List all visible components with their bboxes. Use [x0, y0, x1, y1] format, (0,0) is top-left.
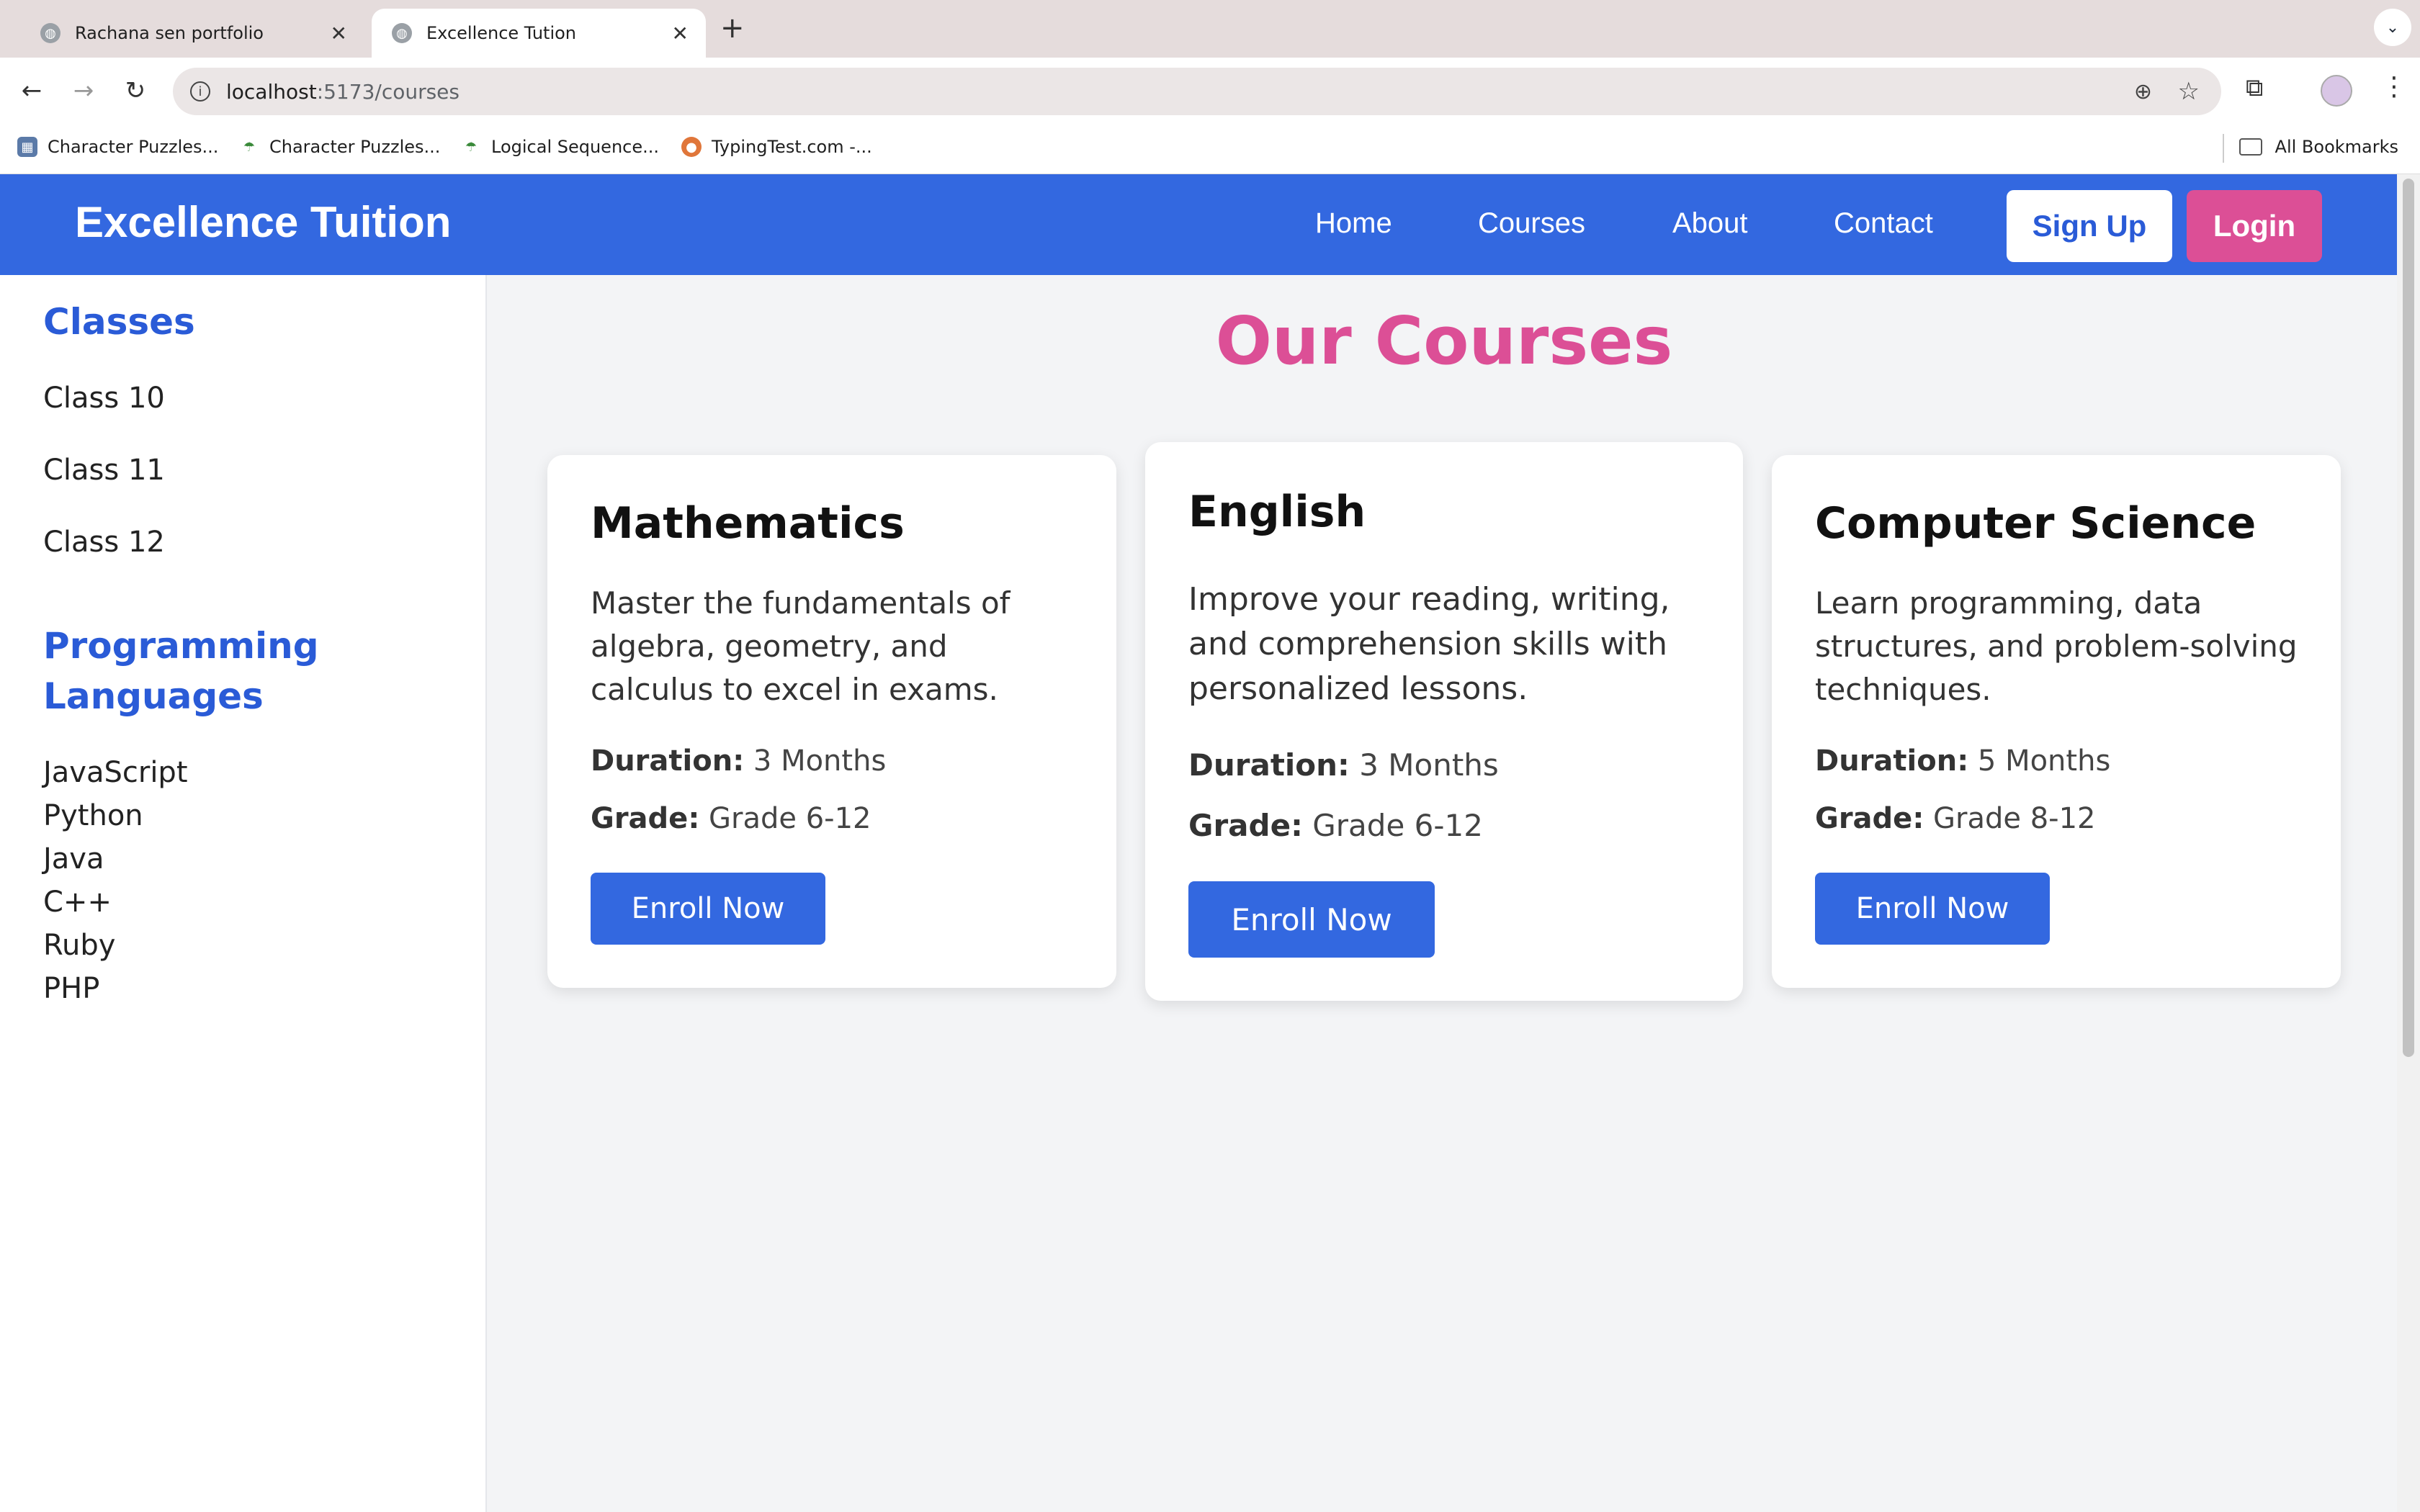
- page-scrollbar[interactable]: [2397, 174, 2420, 1512]
- avatar[interactable]: [2321, 75, 2352, 107]
- duration-label: Duration:: [1815, 744, 1969, 778]
- tab-title: Rachana sen portfolio: [75, 23, 264, 43]
- bookmark-label: Character Puzzles...: [269, 137, 441, 157]
- site-logo[interactable]: Excellence Tuition: [75, 197, 451, 247]
- address-bar[interactable]: i localhost :5173/courses ⊕ ☆: [173, 68, 2221, 115]
- grade-value: Grade 6-12: [709, 802, 871, 835]
- grade-value: Grade 8-12: [1933, 802, 2096, 835]
- duration-label: Duration:: [1188, 747, 1350, 783]
- url-host: localhost: [226, 79, 317, 104]
- bookmark-star-icon[interactable]: ☆: [2178, 77, 2200, 106]
- all-bookmarks-label: All Bookmarks: [2275, 137, 2398, 157]
- sidebar-item-class-12[interactable]: Class 12: [43, 526, 165, 559]
- page-title: Our Courses: [1215, 302, 1673, 379]
- course-title: English: [1188, 487, 1366, 537]
- site-info-icon[interactable]: i: [190, 81, 210, 102]
- sidebar-item-python[interactable]: Python: [43, 799, 143, 832]
- bookmark-item[interactable]: ☂ Character Puzzles...: [239, 137, 440, 157]
- duration-value: 5 Months: [1977, 744, 2111, 778]
- puzzle-icon: ▦: [17, 137, 37, 157]
- course-title: Mathematics: [591, 498, 905, 549]
- enroll-button[interactable]: Enroll Now: [1188, 881, 1435, 958]
- course-grade: Grade: Grade 6-12: [591, 802, 871, 835]
- sidebar-item-javascript[interactable]: JavaScript: [43, 756, 188, 789]
- umbrella-icon: ☂: [465, 139, 478, 155]
- sidebar-item-php[interactable]: PHP: [43, 972, 99, 1005]
- bookmark-item[interactable]: ▦ Character Puzzles...: [17, 137, 218, 157]
- scrollbar-thumb[interactable]: [2403, 179, 2414, 1057]
- tab-excellence-tution[interactable]: ◍ Excellence Tution ✕: [372, 9, 706, 58]
- folder-icon: [2238, 138, 2262, 156]
- signup-button[interactable]: Sign Up: [2007, 190, 2172, 262]
- duration-value: 3 Months: [753, 744, 887, 778]
- bookmark-item[interactable]: ● TypingTest.com -...: [681, 137, 872, 157]
- chevron-down-icon[interactable]: ⌄: [2374, 9, 2411, 46]
- browser-toolbar: ← → ↻ i localhost :5173/courses ⊕ ☆: [0, 58, 2420, 124]
- enroll-button[interactable]: Enroll Now: [591, 873, 825, 945]
- enroll-button[interactable]: Enroll Now: [1815, 873, 2050, 945]
- nav-about[interactable]: About: [1672, 207, 1748, 240]
- sidebar-item-class-10[interactable]: Class 10: [43, 382, 165, 415]
- bookmark-label: Logical Sequence...: [491, 137, 660, 157]
- course-duration: Duration: 3 Months: [591, 744, 886, 778]
- course-description: Learn programming, data structures, and …: [1815, 585, 2298, 707]
- course-grade: Grade: Grade 8-12: [1815, 802, 2095, 835]
- new-tab-icon[interactable]: +: [720, 12, 745, 45]
- programming-heading: Programming Languages: [43, 621, 319, 721]
- nav-home[interactable]: Home: [1315, 207, 1392, 240]
- bookmark-label: Character Puzzles...: [48, 137, 219, 157]
- bookmark-item[interactable]: ☂ Logical Sequence...: [461, 137, 659, 157]
- back-icon[interactable]: ←: [14, 73, 49, 108]
- sidebar-item-class-11[interactable]: Class 11: [43, 454, 165, 487]
- zoom-icon[interactable]: ⊕: [2134, 79, 2152, 104]
- globe-icon: ◍: [40, 23, 60, 43]
- extensions-icon[interactable]: ⧉: [2246, 73, 2263, 102]
- course-description: Master the fundamentals of algebra, geom…: [591, 585, 1010, 707]
- classes-heading: Classes: [43, 301, 195, 343]
- sidebar-item-java[interactable]: Java: [43, 842, 104, 876]
- close-icon[interactable]: ✕: [331, 22, 347, 45]
- programming-heading-line1: Programming: [43, 625, 319, 667]
- bookmark-label: TypingTest.com -...: [712, 137, 872, 157]
- tab-title: Excellence Tution: [426, 23, 577, 43]
- login-button[interactable]: Login: [2187, 190, 2322, 262]
- all-bookmarks[interactable]: All Bookmarks: [2238, 137, 2398, 157]
- course-duration: Duration: 3 Months: [1188, 747, 1499, 783]
- duration-value: 3 Months: [1359, 747, 1499, 783]
- course-grade: Grade: Grade 6-12: [1188, 808, 1483, 843]
- forward-icon[interactable]: →: [66, 73, 101, 108]
- tab-rachana-portfolio[interactable]: ◍ Rachana sen portfolio ✕: [20, 9, 364, 58]
- course-card-english: English Improve your reading, writing, a…: [1145, 442, 1743, 1001]
- grade-label: Grade:: [1188, 808, 1303, 843]
- sidebar-item-ruby[interactable]: Ruby: [43, 929, 115, 962]
- site-navbar: Excellence Tuition Home Courses About Co…: [0, 174, 2397, 275]
- browser-tab-strip: ◍ Rachana sen portfolio ✕ ◍ Excellence T…: [0, 0, 2420, 58]
- grade-value: Grade 6-12: [1312, 808, 1483, 843]
- duration-label: Duration:: [591, 744, 745, 778]
- grade-label: Grade:: [591, 802, 700, 835]
- course-card-mathematics: Mathematics Master the fundamentals of a…: [547, 455, 1116, 988]
- sidebar-item-cpp[interactable]: C++: [43, 886, 112, 919]
- close-icon[interactable]: ✕: [672, 22, 689, 45]
- divider: [2223, 134, 2224, 163]
- course-duration: Duration: 5 Months: [1815, 744, 2110, 778]
- globe-icon: ◍: [392, 23, 412, 43]
- reload-icon[interactable]: ↻: [118, 73, 153, 108]
- nav-courses[interactable]: Courses: [1478, 207, 1585, 240]
- url-path: :5173/courses: [316, 79, 460, 104]
- typing-test-icon: ●: [681, 137, 702, 157]
- bookmarks-bar: ▦ Character Puzzles... ☂ Character Puzzl…: [0, 124, 2420, 174]
- grade-label: Grade:: [1815, 802, 1924, 835]
- sidebar: Classes Class 10 Class 11 Class 12 Progr…: [0, 275, 487, 1512]
- nav-contact[interactable]: Contact: [1834, 207, 1933, 240]
- course-description: Improve your reading, writing, and compr…: [1188, 581, 1670, 707]
- course-card-computer-science: Computer Science Learn programming, data…: [1772, 455, 2341, 988]
- programming-heading-line2: Languages: [43, 675, 264, 717]
- umbrella-icon: ☂: [243, 139, 256, 155]
- course-title: Computer Science: [1815, 498, 2257, 549]
- menu-icon[interactable]: ⋮: [2381, 72, 2407, 102]
